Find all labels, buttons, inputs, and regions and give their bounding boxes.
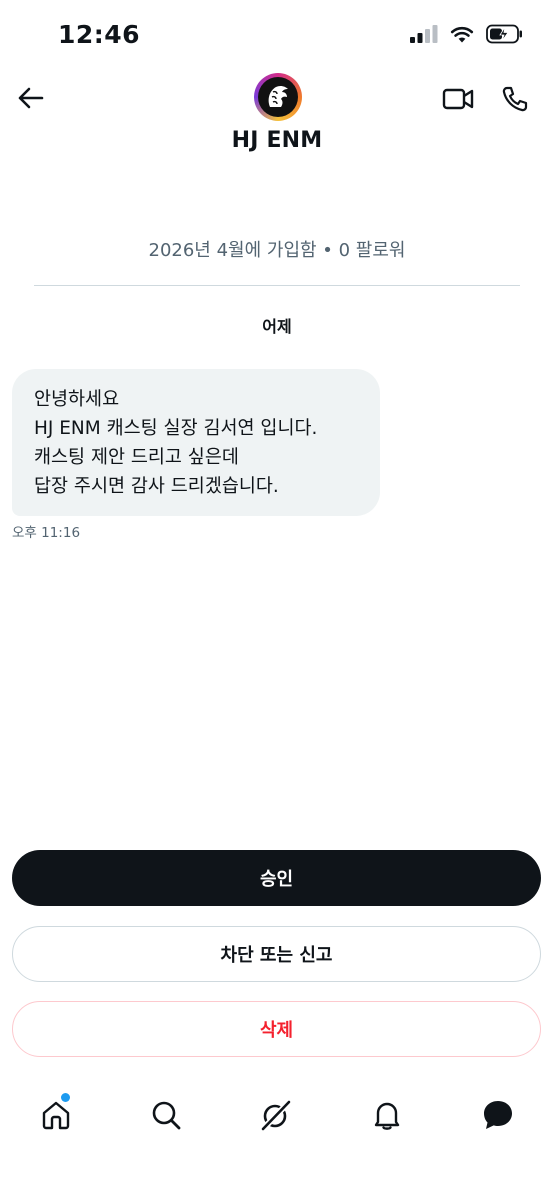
video-call-icon — [442, 88, 474, 110]
nav-home[interactable] — [36, 1095, 76, 1135]
avatar[interactable] — [254, 73, 302, 121]
video-call-button[interactable] — [440, 82, 476, 116]
divider — [34, 285, 520, 286]
back-arrow-icon — [18, 87, 44, 109]
battery-charging-icon — [486, 24, 522, 44]
block-or-report-button[interactable]: 차단 또는 신고 — [12, 926, 541, 982]
delete-button[interactable]: 삭제 — [12, 1001, 541, 1057]
wifi-icon — [450, 26, 474, 43]
nav-grok[interactable] — [256, 1095, 296, 1135]
cellular-signal-icon — [410, 25, 438, 43]
notification-dot — [61, 1093, 70, 1102]
home-icon — [42, 1101, 70, 1130]
voice-call-button[interactable] — [498, 82, 532, 116]
message-bubble[interactable]: 안녕하세요 HJ ENM 캐스팅 실장 김서연 입니다. 캐스팅 제안 드리고 … — [12, 369, 380, 516]
status-icons — [410, 24, 524, 44]
lion-logo-icon — [258, 77, 298, 117]
messages-icon — [484, 1101, 512, 1129]
day-label: 어제 — [262, 317, 292, 336]
nav-search[interactable] — [146, 1095, 186, 1135]
grok-icon — [260, 1099, 292, 1132]
nav-messages[interactable] — [478, 1095, 518, 1135]
message-line: 캐스팅 제안 드리고 싶은데 — [34, 447, 239, 468]
search-icon — [152, 1101, 181, 1130]
join-info: 2026년 4월에 가입함 • 0 팔로워 — [148, 240, 406, 261]
profile-name[interactable]: HJ ENM — [0, 128, 554, 153]
accept-button[interactable]: 승인 — [12, 850, 541, 906]
notifications-icon — [374, 1102, 400, 1130]
message-line: 답장 주시면 감사 드리겠습니다. — [34, 476, 279, 497]
message-line: HJ ENM 캐스팅 실장 김서연 입니다. — [34, 418, 318, 439]
status-time: 12:46 — [58, 20, 141, 49]
message-line: 안녕하세요 — [34, 389, 120, 410]
nav-notifications[interactable] — [367, 1095, 407, 1135]
back-button[interactable] — [12, 80, 48, 116]
phone-icon — [502, 86, 528, 112]
message-timestamp: 오후 11:16 — [12, 525, 81, 541]
